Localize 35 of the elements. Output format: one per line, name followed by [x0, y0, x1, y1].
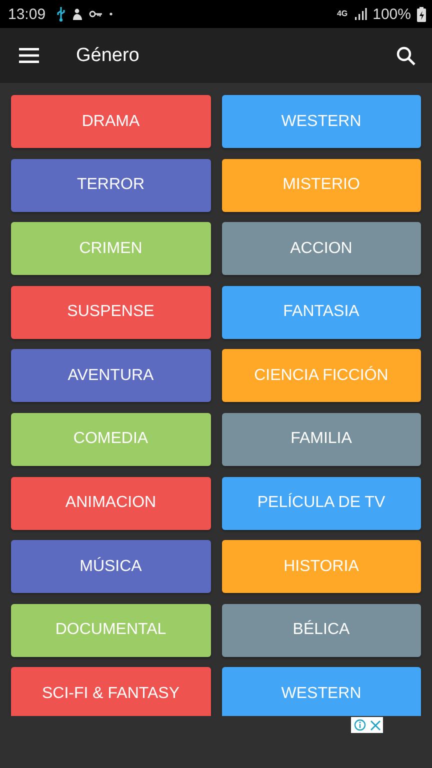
genre-button[interactable]: SCI-FI & FANTASY: [11, 667, 210, 716]
key-icon: [88, 10, 103, 18]
genre-button[interactable]: PELÍCULA DE TV: [222, 476, 421, 530]
genre-button[interactable]: BÉLICA: [222, 604, 421, 657]
genre-button[interactable]: CRIMEN: [11, 222, 210, 276]
genre-button[interactable]: COMEDIA: [11, 412, 210, 466]
menu-icon[interactable]: [19, 48, 39, 63]
genre-button[interactable]: ANIMACION: [11, 476, 210, 530]
genre-button[interactable]: ACCION: [222, 222, 421, 276]
network-type: 4G: [336, 10, 348, 18]
genre-button[interactable]: DRAMA: [11, 95, 210, 148]
genre-button[interactable]: SUSPENSE: [11, 286, 210, 339]
search-icon[interactable]: [396, 46, 416, 66]
genre-button[interactable]: MÚSICA: [11, 540, 210, 594]
ad-badge[interactable]: [351, 717, 383, 733]
status-time: 13:09: [8, 6, 46, 22]
genre-button[interactable]: WESTERN: [222, 95, 421, 148]
battery-charging-icon: [417, 6, 426, 22]
usb-icon: [56, 6, 66, 22]
battery-percent: 100%: [372, 6, 411, 22]
genre-button[interactable]: FANTASIA: [222, 286, 421, 339]
genre-button[interactable]: AVENTURA: [11, 349, 210, 402]
genre-button[interactable]: HISTORIA: [222, 540, 421, 594]
genre-button[interactable]: FAMILIA: [222, 412, 421, 466]
close-icon[interactable]: [370, 720, 380, 730]
genre-button[interactable]: WESTERN: [222, 667, 421, 716]
figure-icon: [72, 8, 83, 20]
genre-button[interactable]: MISTERIO: [222, 158, 421, 212]
app-bar-title: Género: [76, 44, 140, 66]
dot-icon: [108, 12, 113, 16]
signal-icon: [354, 8, 367, 20]
genre-button[interactable]: DOCUMENTAL: [11, 604, 210, 657]
genre-button[interactable]: TERROR: [11, 158, 210, 212]
info-icon[interactable]: [354, 719, 366, 731]
genre-button[interactable]: CIENCIA FICCIÓN: [222, 349, 421, 402]
